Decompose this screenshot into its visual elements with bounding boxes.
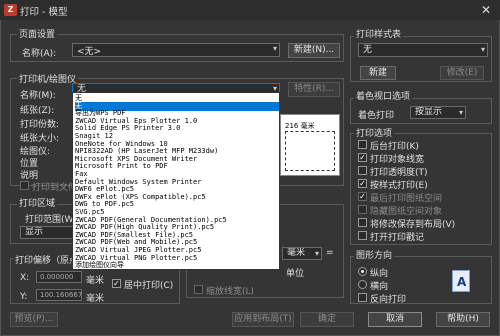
reverse-print-label: 反向打印 — [370, 295, 407, 305]
print-option-label: 按样式打印(E) — [370, 181, 428, 191]
print-option-checkbox[interactable] — [358, 205, 367, 214]
title-bar — [0, 0, 500, 20]
offset-y-unit: 毫米 — [86, 294, 105, 304]
print-options-label: 打印选项 — [354, 126, 395, 139]
print-option-checkbox[interactable] — [358, 140, 367, 149]
portrait-label: 纵向 — [370, 269, 389, 279]
close-icon[interactable]: ✕ — [478, 3, 494, 17]
shade-print-select[interactable]: 按显示 ▾ — [410, 106, 466, 119]
orientation-label: 图形方向 — [354, 248, 395, 261]
print-option-checkbox[interactable] — [358, 231, 367, 240]
printer-name-label: 名称(M): — [20, 91, 56, 101]
shade-print-value: 按显示 — [415, 107, 443, 117]
style-table-new-button[interactable]: 新建 — [360, 66, 396, 80]
print-option-label: 后台打印(K) — [370, 142, 419, 152]
print-count-label: 打印份数: — [20, 120, 60, 130]
paper-preview: 216 毫米 — [280, 114, 340, 176]
print-option-label: 隐藏图纸空间对象 — [370, 207, 443, 217]
page-setup-name-value: <无> — [77, 47, 102, 57]
offset-x-label: X: — [20, 273, 30, 283]
style-table-select[interactable]: 无 ▾ — [358, 43, 488, 57]
print-option-label: 打开打印戳记 — [370, 233, 425, 243]
page-setup-name-select[interactable]: <无> ▾ — [72, 43, 280, 57]
style-table-value: 无 — [363, 45, 373, 55]
print-option-label: 最后打印图纸空间 — [370, 194, 443, 204]
print-option-checkbox[interactable]: ✓ — [358, 179, 367, 188]
scale-equals: = — [326, 248, 334, 258]
style-table-label: 打印样式表 — [354, 27, 404, 40]
center-print-label: 居中打印(C) — [124, 281, 174, 291]
chevron-down-icon: ▾ — [314, 249, 319, 258]
app-icon: Z — [4, 4, 17, 16]
cancel-button[interactable]: 取消 — [368, 312, 422, 327]
chevron-down-icon: ▾ — [458, 108, 463, 117]
print-option-label: 打印透明度(T) — [370, 168, 428, 178]
offset-y-input[interactable]: 100.160667 — [36, 289, 82, 301]
dialog-title: 打印 - 模型 — [20, 7, 68, 18]
offset-x-unit: 毫米 — [86, 276, 105, 286]
print-option-label: 将修改保存到布局(V) — [370, 220, 456, 230]
chevron-down-icon: ▾ — [272, 44, 277, 53]
printer-group-label: 打印机/绘图仪 — [17, 72, 79, 85]
page-setup-label: 页面设置 — [17, 27, 58, 40]
portrait-radio[interactable] — [358, 267, 367, 276]
print-area-label: 打印区域 — [17, 196, 58, 209]
scale-lineweight-checkbox[interactable] — [194, 285, 203, 294]
shaded-viewport-label: 着色视口选项 — [354, 89, 413, 102]
print-option-checkbox[interactable] — [358, 166, 367, 175]
preview-dimension: 216 毫米 — [285, 122, 315, 130]
center-print-checkbox[interactable]: ✓ — [112, 279, 121, 288]
print-option-checkbox[interactable] — [358, 218, 367, 227]
printer-option[interactable]: 添加绘图仪向导 — [75, 261, 279, 270]
apply-to-layout-button[interactable]: 应用到布局(T) — [232, 312, 294, 327]
print-option-checkbox[interactable]: ✓ — [358, 192, 367, 201]
page-setup-name-label: 名称(A): — [22, 49, 57, 59]
style-table-edit-button[interactable]: 修改(E) — [440, 66, 484, 80]
landscape-radio[interactable] — [358, 280, 367, 289]
offset-x-input[interactable]: 0.000000 — [36, 271, 82, 283]
ok-button[interactable]: 确定 — [300, 312, 354, 327]
page-setup-new-button[interactable]: 新建(N)... — [288, 43, 340, 58]
paper-size-label: 纸张大小: — [20, 134, 60, 144]
landscape-label: 横向 — [370, 282, 389, 292]
orientation-page-icon: A — [452, 270, 470, 292]
scale-lineweight-label: 缩放线宽(L) — [206, 287, 255, 297]
scale-unit-label: 单位 — [286, 269, 305, 279]
preview-print-area — [285, 131, 335, 171]
orientation-letter: A — [457, 275, 467, 289]
paper-label: 纸张(Z): — [20, 106, 55, 116]
chevron-down-icon: ▾ — [480, 45, 485, 54]
print-to-file-checkbox[interactable] — [20, 181, 29, 190]
shade-print-label: 着色打印 — [358, 111, 395, 121]
printer-dropdown-list: 无无导出为WPS PDF ZWCAD Virtual Eps Plotter 1.… — [72, 92, 280, 270]
help-button[interactable]: 帮助(H) — [436, 312, 490, 327]
preview-button[interactable]: 预览(P)... — [10, 312, 58, 327]
reverse-print-checkbox[interactable] — [358, 293, 367, 302]
scale-unit-select[interactable]: 毫米 ▾ — [282, 247, 322, 260]
print-range-value: 显示 — [25, 227, 44, 237]
scale-unit-value: 毫米 — [287, 248, 306, 258]
print-option-label: 打印对象线宽 — [370, 155, 425, 165]
print-option-checkbox[interactable]: ✓ — [358, 153, 367, 162]
printer-properties-button[interactable]: 特性(R)... — [288, 82, 340, 97]
offset-y-label: Y: — [20, 292, 28, 302]
